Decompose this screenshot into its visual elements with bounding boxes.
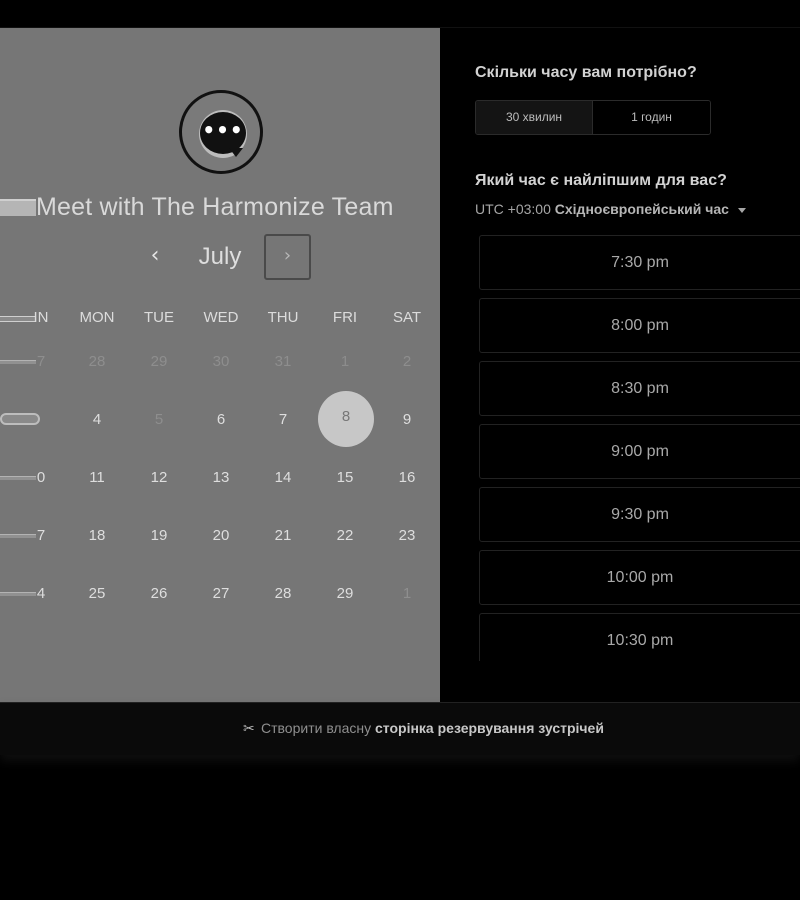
weekday-sat: SAT: [392, 309, 422, 326]
calendar-day[interactable]: 22: [315, 527, 375, 544]
calendar-day[interactable]: 20: [191, 527, 251, 544]
duration-toggle: 30 хвилин 1 годин: [475, 100, 711, 135]
time-slot[interactable]: 10:30 pm: [479, 613, 800, 661]
calendar-day[interactable]: 13: [191, 469, 251, 486]
footer-cta[interactable]: ✂ Створити власну сторінка резервування з…: [243, 720, 604, 737]
time-slot[interactable]: 10:00 pm: [479, 550, 800, 605]
footer: ✂ Створити власну сторінка резервування з…: [0, 702, 800, 755]
calendar-day[interactable]: 0: [11, 469, 71, 486]
time-selection-panel: Скільки часу вам потрібно? 30 хвилин 1 г…: [440, 28, 800, 702]
time-slot-label: 10:00 pm: [606, 569, 674, 586]
footer-prefix: Створити власну: [261, 720, 372, 736]
calendar-day[interactable]: 9: [377, 411, 437, 428]
time-slot-label: 9:30 pm: [611, 506, 669, 523]
time-slot-list[interactable]: 7:30 pm 8:00 pm 8:30 pm 9:00 pm 9:30 pm …: [479, 235, 800, 661]
title-highlight: [0, 199, 36, 216]
time-slot-label: 9:00 pm: [611, 443, 669, 460]
calendar-day: 1: [402, 585, 412, 602]
calendar-day: 30: [212, 353, 230, 370]
calendar-day[interactable]: 27: [191, 585, 251, 602]
calendar-day: 5: [154, 411, 164, 428]
time-slot-label: 8:30 pm: [611, 380, 669, 397]
company-logo: •••: [179, 90, 263, 174]
weekday-mon: MON: [79, 309, 115, 326]
time-slot[interactable]: 8:00 pm: [479, 298, 800, 353]
calendar-day[interactable]: 12: [129, 469, 189, 486]
duration-1-hour-button[interactable]: 1 годин: [593, 101, 710, 134]
chat-bubble-tail: [229, 148, 243, 157]
time-question: Який час є найліпшим для вас?: [475, 172, 727, 189]
duration-question: Скільки часу вам потрібно?: [475, 64, 697, 81]
timezone-selector[interactable]: UTC +03:00 Східноєвропейський час: [475, 201, 746, 217]
calendar-day[interactable]: 15: [315, 469, 375, 486]
weekday-tue: TUE: [144, 309, 174, 326]
timezone-offset: UTC +03:00: [475, 201, 551, 217]
calendar-day[interactable]: 7: [253, 411, 313, 428]
calendar-day[interactable]: 25: [67, 585, 127, 602]
calendar-day[interactable]: 18: [67, 527, 127, 544]
calendar-panel: ••• Meet with The Harmonize Team ‹ July …: [0, 28, 440, 702]
calendar-day[interactable]: 4: [11, 585, 71, 602]
calendar-day: 1: [340, 353, 350, 370]
caret-down-icon: [737, 207, 746, 213]
calendar-day[interactable]: 16: [377, 469, 437, 486]
calendar-day: 2: [402, 353, 412, 370]
footer-link[interactable]: сторінка резервування зустрічей: [375, 720, 604, 736]
weekday-wed: WED: [203, 309, 239, 326]
calendar-day[interactable]: 4: [67, 411, 127, 428]
calendar-day[interactable]: 11: [67, 469, 127, 486]
hubspot-sprocket-icon: ✂: [243, 721, 255, 737]
row-deco: [0, 413, 40, 425]
top-strip: [0, 0, 800, 28]
time-slot[interactable]: 8:30 pm: [479, 361, 800, 416]
calendar-day[interactable]: 21: [253, 527, 313, 544]
calendar-day[interactable]: 19: [129, 527, 189, 544]
prev-month-button[interactable]: ‹: [142, 244, 168, 270]
time-slot-label: 8:00 pm: [611, 317, 669, 334]
calendar-day[interactable]: 29: [315, 585, 375, 602]
calendar-day[interactable]: 28: [253, 585, 313, 602]
calendar-day: 31: [274, 353, 292, 370]
timezone-name: Східноєвропейський час: [554, 201, 729, 217]
weekday-sun: IN: [33, 309, 49, 326]
time-slot[interactable]: 9:30 pm: [479, 487, 800, 542]
calendar-day[interactable]: 7: [11, 527, 71, 544]
calendar-day[interactable]: 14: [253, 469, 313, 486]
calendar-day[interactable]: 23: [377, 527, 437, 544]
month-label: July: [198, 243, 242, 270]
time-slot[interactable]: 7:30 pm: [479, 235, 800, 290]
calendar-day-selected[interactable]: 8: [318, 391, 374, 447]
time-slot[interactable]: 9:00 pm: [479, 424, 800, 479]
calendar-day: 29: [150, 353, 168, 370]
next-month-button[interactable]: ›: [264, 234, 311, 280]
calendar-day[interactable]: 6: [191, 411, 251, 428]
calendar-day: 28: [88, 353, 106, 370]
duration-30-min-button[interactable]: 30 хвилин: [476, 101, 593, 134]
calendar-day[interactable]: 26: [129, 585, 189, 602]
weekday-thu: THU: [267, 309, 299, 326]
meeting-title: Meet with The Harmonize Team: [36, 193, 394, 221]
weekday-fri: FRI: [332, 309, 358, 326]
calendar-day: 7: [36, 353, 46, 370]
time-slot-label: 7:30 pm: [611, 254, 669, 271]
time-slot-label: 10:30 pm: [606, 632, 674, 649]
